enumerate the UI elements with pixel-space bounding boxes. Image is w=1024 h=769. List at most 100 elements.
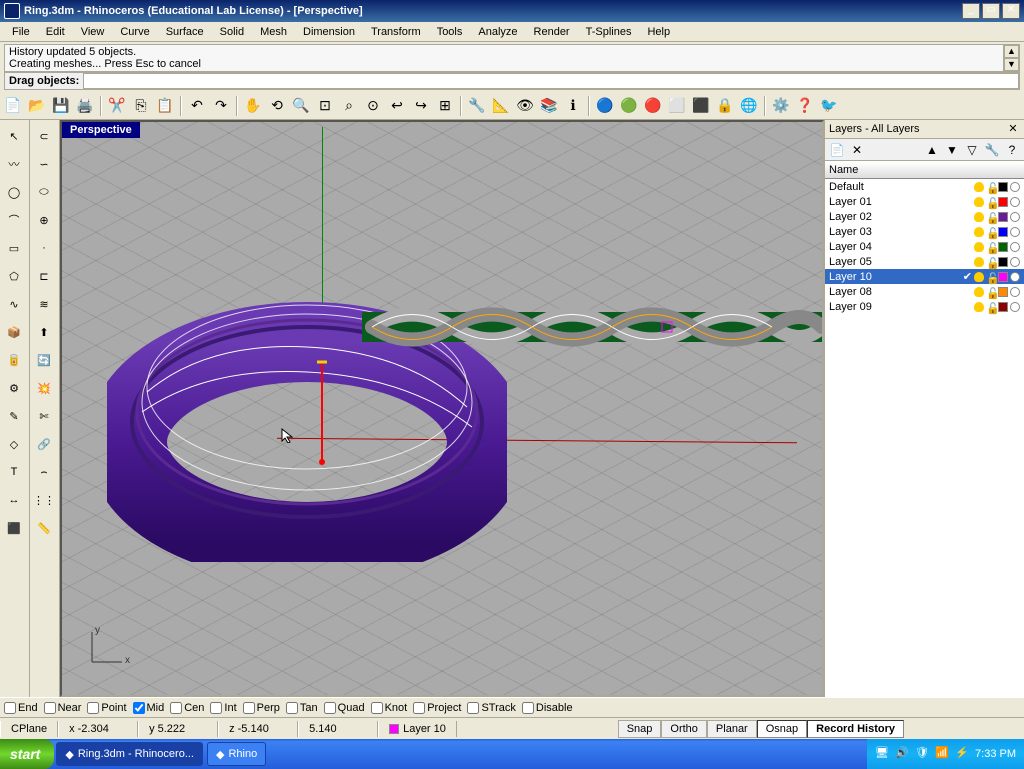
bonus-tool[interactable]: ⚙ [1,375,27,401]
layer-lock-icon[interactable]: 🔓 [986,182,996,192]
close-button[interactable]: ✕ [1002,3,1020,19]
layer-lock-icon[interactable]: 🔓 [986,197,996,207]
edit-point-tool[interactable]: ✎ [1,403,27,429]
menu-view[interactable]: View [73,24,113,40]
open-button[interactable]: 📂 [26,95,48,117]
osnap-checkbox[interactable] [243,702,255,714]
flamingo-button[interactable]: 🐦 [818,95,840,117]
offset-tool[interactable]: ⊏ [31,263,57,289]
polygon-tool[interactable]: ⬠ [1,263,27,289]
show-button[interactable]: ⬛ [690,95,712,117]
osnap-toggle[interactable]: Osnap [757,720,807,738]
four-viewports-button[interactable]: ⊞ [434,95,456,117]
layer-color-swatch[interactable] [998,257,1008,267]
extrude-tool[interactable]: ⬆ [31,319,57,345]
layer-visibility-icon[interactable] [974,257,984,267]
fillet-tool[interactable]: ⌢ [31,459,57,485]
record-history-toggle[interactable]: Record History [807,720,904,738]
hide-button[interactable]: ⬜ [666,95,688,117]
render-preview-button[interactable]: 🔴 [642,95,664,117]
osnap-checkbox[interactable] [324,702,336,714]
osnap-checkbox[interactable] [44,702,56,714]
ellipse-tool[interactable]: ⬭ [31,179,57,205]
save-button[interactable]: 💾 [50,95,72,117]
osnap-checkbox[interactable] [413,702,425,714]
layer-lock-icon[interactable]: 🔓 [986,257,996,267]
taskbar-item-rhino[interactable]: ◆Rhino [207,742,266,766]
menu-render[interactable]: Render [526,24,578,40]
layer-row[interactable]: Layer 08🔓 [825,284,1024,299]
layer-down-icon[interactable]: ▼ [944,142,960,158]
osnap-perp[interactable]: Perp [243,702,280,714]
undo-button[interactable]: ↶ [186,95,208,117]
menu-transform[interactable]: Transform [363,24,429,40]
new-button[interactable]: 📄 [2,95,24,117]
cylinder-tool[interactable]: 🥫 [1,347,27,373]
render-sphere-button[interactable]: 🌐 [738,95,760,117]
layer-lock-icon[interactable]: 🔓 [986,212,996,222]
layer-up-icon[interactable]: ▲ [924,142,940,158]
cut-button[interactable]: ✂️ [106,95,128,117]
revolve-tool[interactable]: 🔄 [31,347,57,373]
layers-header[interactable]: Name [825,161,1024,179]
layer-material-swatch[interactable] [1010,272,1020,282]
viewport-label[interactable]: Perspective [62,122,140,138]
tray-icon[interactable]: 🖥 [875,746,891,762]
zoom-selected-button[interactable]: ⊙ [362,95,384,117]
osnap-quad[interactable]: Quad [324,702,365,714]
help-button[interactable]: ❓ [794,95,816,117]
zoom-window-button[interactable]: ⌕ [338,95,360,117]
osnap-end[interactable]: End [4,702,38,714]
layer-material-swatch[interactable] [1010,257,1020,267]
osnap-checkbox[interactable] [133,702,145,714]
layer-lock-icon[interactable]: 🔓 [986,302,996,312]
circle-tool[interactable]: ◯ [1,179,27,205]
analyze-tool[interactable]: 📏 [31,515,57,541]
layer-row[interactable]: Layer 10✔🔓 [825,269,1024,284]
osnap-project[interactable]: Project [413,702,461,714]
interp-curve-tool[interactable]: ∽ [31,151,57,177]
layer-lock-icon[interactable]: 🔓 [986,287,996,297]
menu-help[interactable]: Help [639,24,678,40]
osnap-cen[interactable]: Cen [170,702,204,714]
layer-material-swatch[interactable] [1010,287,1020,297]
menu-mesh[interactable]: Mesh [252,24,295,40]
planar-toggle[interactable]: Planar [707,720,757,738]
layer-material-swatch[interactable] [1010,182,1020,192]
osnap-checkbox[interactable] [4,702,16,714]
layer-visibility-icon[interactable] [974,227,984,237]
zoom-button[interactable]: 🔍 [290,95,312,117]
layer-lock-icon[interactable]: 🔓 [986,242,996,252]
menu-curve[interactable]: Curve [112,24,157,40]
layer-visibility-icon[interactable] [974,242,984,252]
snap-toggle[interactable]: Snap [618,720,662,738]
dimension-tool[interactable]: ↔ [1,487,27,513]
layer-color-swatch[interactable] [998,182,1008,192]
layer-row[interactable]: Default🔓 [825,179,1024,194]
point-tool[interactable]: · [31,235,57,261]
layer-material-swatch[interactable] [1010,212,1020,222]
named-cplane-button[interactable]: 📐 [490,95,512,117]
osnap-knot[interactable]: Knot [371,702,408,714]
osnap-near[interactable]: Near [44,702,82,714]
layer-visibility-icon[interactable] [974,287,984,297]
layer-new-icon[interactable]: 📄 [829,142,845,158]
trim-tool[interactable]: ✄ [31,403,57,429]
set-view-button[interactable]: 👁 [514,95,536,117]
layers-button[interactable]: 📚 [538,95,560,117]
osnap-tan[interactable]: Tan [286,702,318,714]
layer-color-swatch[interactable] [998,227,1008,237]
layer-delete-icon[interactable]: ✕ [849,142,865,158]
layer-material-swatch[interactable] [1010,242,1020,252]
curve-from-2-views-tool[interactable]: ⊕ [31,207,57,233]
layer-lock-icon[interactable]: 🔓 [986,272,996,282]
layer-lock-icon[interactable]: 🔓 [986,227,996,237]
redo-view-button[interactable]: ↪ [410,95,432,117]
layer-color-swatch[interactable] [998,212,1008,222]
command-input[interactable] [83,73,1019,89]
rotate-view-button[interactable]: ⟲ [266,95,288,117]
tray-icon[interactable]: ⚡ [955,746,971,762]
layer-row[interactable]: Layer 09🔓 [825,299,1024,314]
osnap-mid[interactable]: Mid [133,702,165,714]
maximize-button[interactable]: ▭ [982,3,1000,19]
